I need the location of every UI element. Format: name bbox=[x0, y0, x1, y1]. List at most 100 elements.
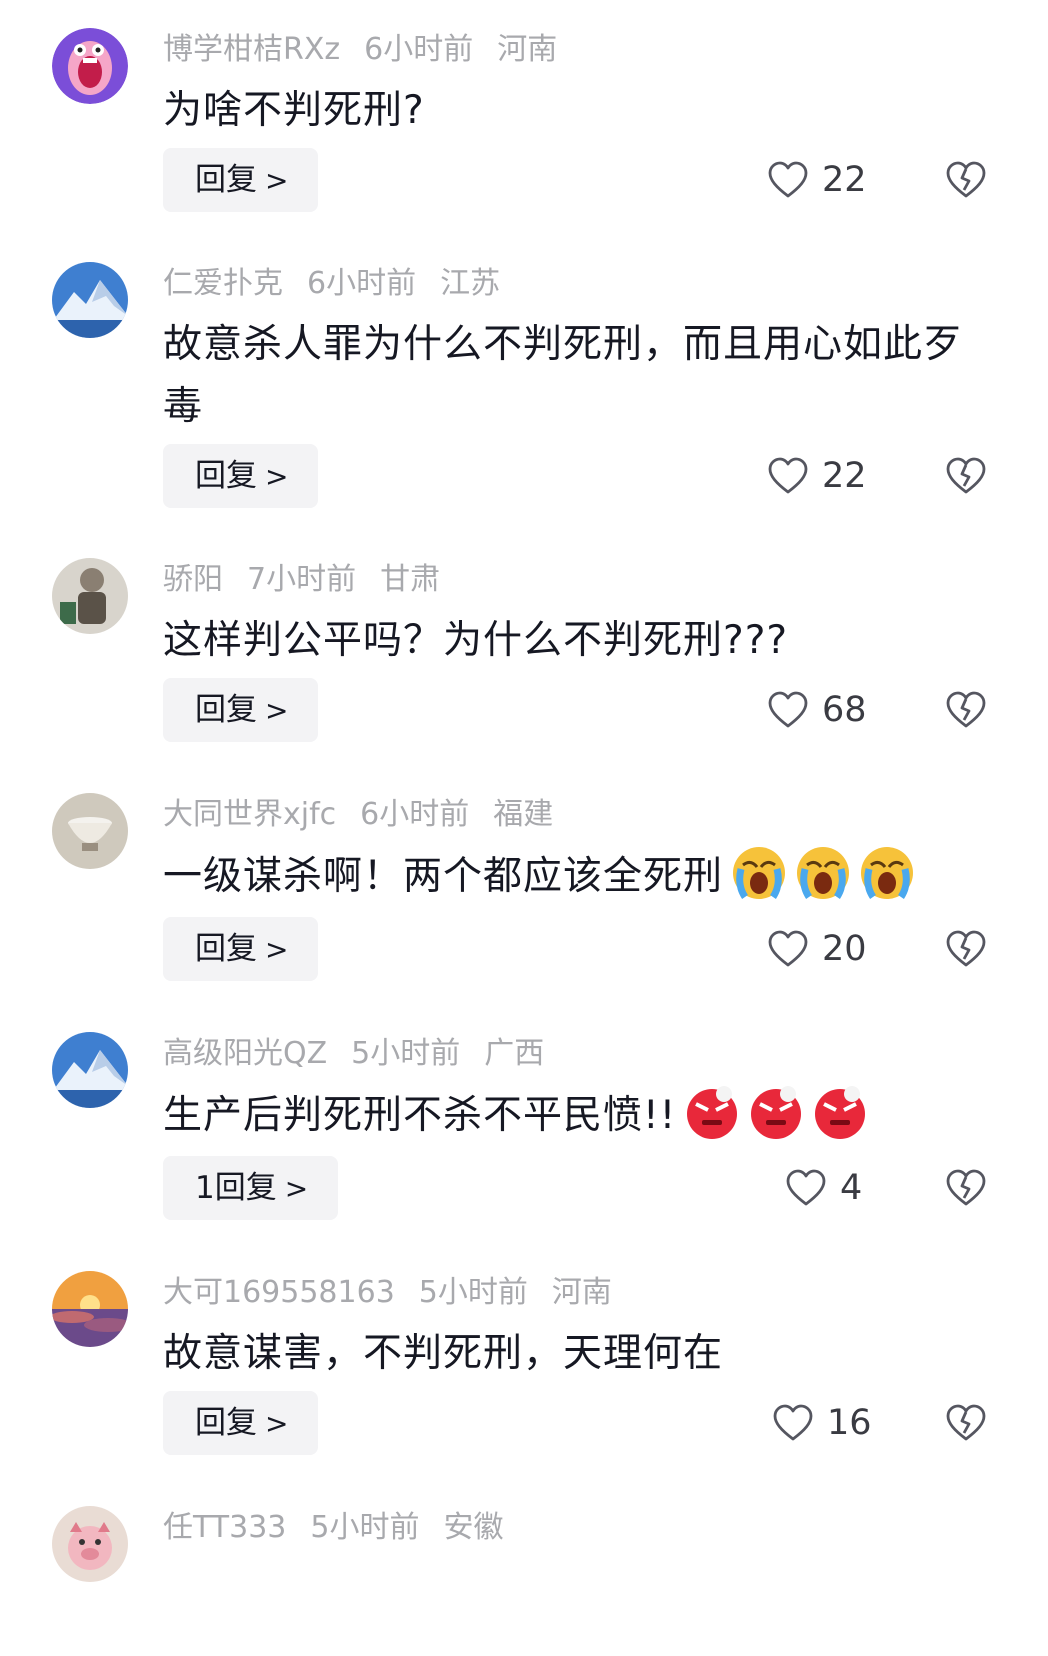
dislike-button[interactable] bbox=[944, 688, 988, 732]
comment-text-content: 一级谋杀啊！两个都应该全死刑 bbox=[163, 854, 724, 899]
chevron-right-icon: > bbox=[265, 1407, 289, 1440]
comment-actions: 1回复 > 4 bbox=[0, 1156, 1048, 1220]
username[interactable]: 大可169558163 bbox=[163, 1275, 395, 1310]
chevron-right-icon: > bbox=[265, 164, 289, 197]
angry-emoji bbox=[812, 1084, 868, 1140]
location: 河南 bbox=[497, 32, 558, 67]
comment-text-content: 故意谋害，不判死刑，天理何在 bbox=[163, 1331, 724, 1376]
reply-label: 回复 bbox=[195, 162, 257, 198]
comment-actions: 回复 > 22 bbox=[0, 444, 1048, 508]
timestamp: 6小时前 bbox=[307, 266, 417, 301]
teacup-photo-icon bbox=[52, 793, 128, 869]
comment-meta: 仁爱扑克 6小时前 江苏 bbox=[163, 264, 524, 304]
location: 广西 bbox=[484, 1036, 545, 1071]
heart-icon bbox=[768, 161, 808, 198]
avatar[interactable] bbox=[52, 1032, 128, 1108]
comment-text-content: 为啥不判死刑? bbox=[163, 88, 425, 133]
reply-label: 1回复 bbox=[195, 1170, 277, 1206]
crying-emoji bbox=[859, 845, 915, 901]
like-count: 22 bbox=[822, 160, 867, 200]
location: 甘肃 bbox=[380, 562, 441, 597]
username[interactable]: 仁爱扑克 bbox=[163, 266, 283, 301]
comment-actions: 回复 > 68 bbox=[0, 678, 1048, 742]
screaming-face-icon bbox=[52, 28, 128, 104]
reply-label: 回复 bbox=[195, 692, 257, 728]
timestamp: 5小时前 bbox=[418, 1275, 528, 1310]
timestamp: 5小时前 bbox=[351, 1036, 461, 1071]
heart-icon bbox=[768, 691, 808, 728]
avatar[interactable] bbox=[52, 558, 128, 634]
dislike-button[interactable] bbox=[944, 158, 988, 202]
timestamp: 5小时前 bbox=[310, 1510, 420, 1545]
comment-text: 为啥不判死刑? bbox=[163, 80, 1003, 142]
angry-emoji bbox=[748, 1084, 804, 1140]
chevron-right-icon: > bbox=[265, 460, 289, 493]
comment-meta: 博学柑桔RXz 6小时前 河南 bbox=[163, 30, 581, 70]
comment-meta: 骄阳 7小时前 甘肃 bbox=[163, 560, 464, 600]
comment-text-content: 这样判公平吗？为什么不判死刑??? bbox=[163, 618, 789, 663]
timestamp: 6小时前 bbox=[364, 32, 474, 67]
comment-actions: 回复 > 22 bbox=[0, 148, 1048, 212]
dislike-button[interactable] bbox=[944, 454, 988, 498]
crying-emoji bbox=[795, 845, 851, 901]
pig-doll-icon bbox=[52, 1506, 128, 1582]
angry-emoji bbox=[684, 1084, 740, 1140]
location: 河南 bbox=[551, 1275, 612, 1310]
broken-heart-icon bbox=[946, 457, 986, 494]
like-count: 4 bbox=[840, 1168, 863, 1208]
avatar[interactable] bbox=[52, 262, 128, 338]
heart-icon bbox=[768, 930, 808, 967]
username[interactable]: 任TT333 bbox=[163, 1510, 286, 1545]
comment-meta: 大同世界xjfc 6小时前 福建 bbox=[163, 795, 577, 835]
comment-meta: 任TT333 5小时前 安徽 bbox=[163, 1508, 527, 1548]
broken-heart-icon bbox=[946, 161, 986, 198]
avatar[interactable] bbox=[52, 793, 128, 869]
reply-button[interactable]: 回复 > bbox=[163, 678, 319, 742]
reply-button[interactable]: 回复 > bbox=[163, 917, 319, 981]
reply-label: 回复 bbox=[195, 458, 257, 494]
avatar[interactable] bbox=[52, 28, 128, 104]
sunset-clouds-icon bbox=[52, 1271, 128, 1347]
heart-icon bbox=[786, 1169, 826, 1206]
comment-text-content: 故意杀人罪为什么不判死刑，而且用心如此歹毒 bbox=[163, 322, 964, 429]
broken-heart-icon bbox=[946, 1404, 986, 1441]
username[interactable]: 骄阳 bbox=[163, 562, 223, 597]
username[interactable]: 高级阳光QZ bbox=[163, 1036, 327, 1071]
reply-button[interactable]: 回复 > bbox=[163, 444, 319, 508]
timestamp: 6小时前 bbox=[360, 797, 470, 832]
comment-text: 这样判公平吗？为什么不判死刑??? bbox=[163, 610, 1003, 672]
comment-text-content: 生产后判死刑不杀不平民愤!! bbox=[163, 1093, 677, 1138]
snow-mountain-icon bbox=[52, 262, 128, 338]
chevron-right-icon: > bbox=[284, 1172, 309, 1205]
location: 江苏 bbox=[440, 266, 501, 301]
comment-actions: 回复 > 16 bbox=[0, 1391, 1048, 1455]
username[interactable]: 博学柑桔RXz bbox=[163, 32, 340, 67]
location: 福建 bbox=[493, 797, 554, 832]
broken-heart-icon bbox=[946, 930, 986, 967]
timestamp: 7小时前 bbox=[247, 562, 357, 597]
reply-label: 回复 bbox=[195, 931, 257, 967]
avatar[interactable] bbox=[52, 1506, 128, 1582]
username[interactable]: 大同世界xjfc bbox=[163, 797, 336, 832]
dislike-button[interactable] bbox=[944, 927, 988, 971]
figurine-photo-icon bbox=[52, 558, 128, 634]
like-count: 68 bbox=[822, 690, 867, 730]
reply-button[interactable]: 1回复 > bbox=[163, 1156, 339, 1220]
like-count: 22 bbox=[822, 456, 867, 496]
comment-text: 一级谋杀啊！两个都应该全死刑 bbox=[163, 845, 1003, 908]
dislike-button[interactable] bbox=[944, 1401, 988, 1445]
like-count: 20 bbox=[822, 929, 867, 969]
broken-heart-icon bbox=[946, 691, 986, 728]
comment-meta: 高级阳光QZ 5小时前 广西 bbox=[163, 1034, 568, 1074]
reply-button[interactable]: 回复 > bbox=[163, 148, 319, 212]
avatar[interactable] bbox=[52, 1271, 128, 1347]
comment-text: 故意杀人罪为什么不判死刑，而且用心如此歹毒 bbox=[163, 314, 963, 438]
heart-icon bbox=[768, 457, 808, 494]
broken-heart-icon bbox=[946, 1169, 986, 1206]
reply-button[interactable]: 回复 > bbox=[163, 1391, 319, 1455]
dislike-button[interactable] bbox=[944, 1166, 988, 1210]
crying-emoji bbox=[731, 845, 787, 901]
comment-actions: 回复 > 20 bbox=[0, 917, 1048, 981]
comment-meta: 大可169558163 5小时前 河南 bbox=[163, 1273, 636, 1313]
heart-icon bbox=[773, 1404, 813, 1441]
